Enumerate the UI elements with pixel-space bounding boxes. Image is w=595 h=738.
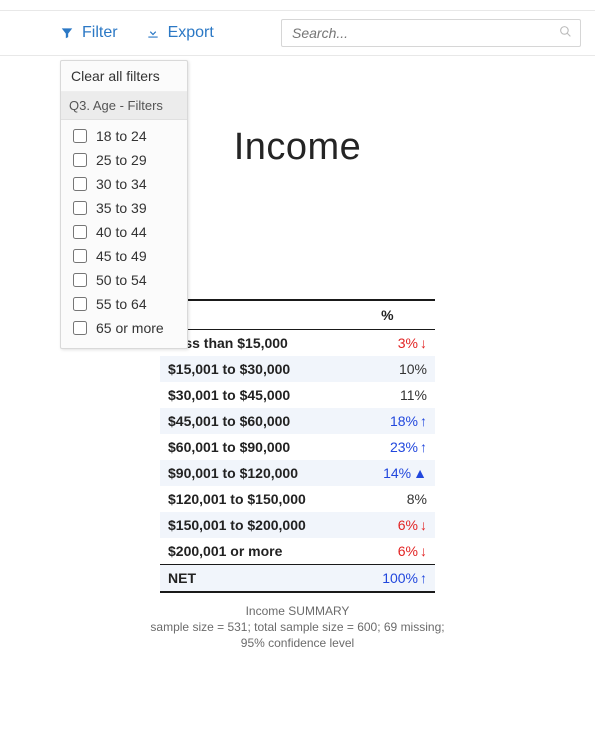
caption-line-1: Income SUMMARY xyxy=(138,603,458,619)
filter-checkbox[interactable] xyxy=(73,129,87,143)
filter-option[interactable]: 55 to 64 xyxy=(67,292,181,316)
clear-filters-button[interactable]: Clear all filters xyxy=(61,61,187,92)
filter-option[interactable]: 35 to 39 xyxy=(67,196,181,220)
filter-checkbox[interactable] xyxy=(73,201,87,215)
search-icon xyxy=(559,25,572,41)
row-value: 11% xyxy=(340,382,435,408)
filter-dropdown: Clear all filters Q3. Age - Filters 18 t… xyxy=(60,60,188,349)
row-value: 14%▲ xyxy=(340,460,435,486)
row-label: $15,001 to $30,000 xyxy=(160,356,340,382)
row-label: $120,001 to $150,000 xyxy=(160,486,340,512)
row-value: 6%↓ xyxy=(340,538,435,565)
filter-option-label: 25 to 29 xyxy=(96,152,147,168)
net-value: 100%↑ xyxy=(340,565,435,593)
filter-option[interactable]: 18 to 24 xyxy=(67,124,181,148)
arrow-down-icon: ↓ xyxy=(420,543,427,559)
arrow-up-icon: ↑ xyxy=(420,439,427,455)
table-row: $120,001 to $150,0008% xyxy=(160,486,435,512)
filter-checkbox[interactable] xyxy=(73,297,87,311)
arrow-up-icon: ↑ xyxy=(420,413,427,429)
caption-line-2: sample size = 531; total sample size = 6… xyxy=(138,619,458,651)
row-label: $60,001 to $90,000 xyxy=(160,434,340,460)
row-label: $45,001 to $60,000 xyxy=(160,408,340,434)
income-table: % Less than $15,0003%↓$15,001 to $30,000… xyxy=(160,299,435,593)
search-input[interactable] xyxy=(290,24,559,42)
row-label: $200,001 or more xyxy=(160,538,340,565)
download-icon xyxy=(146,26,160,40)
table-row: $30,001 to $45,00011% xyxy=(160,382,435,408)
export-label: Export xyxy=(168,24,214,42)
row-label: $30,001 to $45,000 xyxy=(160,382,340,408)
table-row: $15,001 to $30,00010% xyxy=(160,356,435,382)
row-value: 18%↑ xyxy=(340,408,435,434)
triangle-up-icon: ▲ xyxy=(413,465,427,481)
filter-option[interactable]: 45 to 49 xyxy=(67,244,181,268)
filter-option-label: 18 to 24 xyxy=(96,128,147,144)
row-value: 23%↑ xyxy=(340,434,435,460)
filter-option[interactable]: 30 to 34 xyxy=(67,172,181,196)
filter-label: Filter xyxy=(82,24,118,42)
row-value: 10% xyxy=(340,356,435,382)
filter-option[interactable]: 40 to 44 xyxy=(67,220,181,244)
col-header-percent: % xyxy=(340,300,435,330)
filter-group-label: Q3. Age - Filters xyxy=(61,92,187,120)
filter-option[interactable]: 65 or more xyxy=(67,316,181,340)
net-row: NET100%↑ xyxy=(160,565,435,593)
filter-option[interactable]: 25 to 29 xyxy=(67,148,181,172)
filter-option[interactable]: 50 to 54 xyxy=(67,268,181,292)
filter-checkbox[interactable] xyxy=(73,273,87,287)
table-row: $90,001 to $120,00014%▲ xyxy=(160,460,435,486)
filter-checkbox[interactable] xyxy=(73,153,87,167)
filter-checkbox[interactable] xyxy=(73,249,87,263)
row-value: 6%↓ xyxy=(340,512,435,538)
export-button[interactable]: Export xyxy=(146,24,214,42)
table-row: $45,001 to $60,00018%↑ xyxy=(160,408,435,434)
filter-option-label: 50 to 54 xyxy=(96,272,147,288)
table-caption: Income SUMMARY sample size = 531; total … xyxy=(138,603,458,652)
net-label: NET xyxy=(160,565,340,593)
filter-option-label: 40 to 44 xyxy=(96,224,147,240)
filter-option-label: 35 to 39 xyxy=(96,200,147,216)
row-label: $150,001 to $200,000 xyxy=(160,512,340,538)
row-label: $90,001 to $120,000 xyxy=(160,460,340,486)
table-row: $150,001 to $200,0006%↓ xyxy=(160,512,435,538)
filter-icon xyxy=(60,26,74,40)
filter-option-label: 45 to 49 xyxy=(96,248,147,264)
filter-option-label: 55 to 64 xyxy=(96,296,147,312)
search-box[interactable] xyxy=(281,19,581,47)
toolbar: Filter Export xyxy=(0,10,595,56)
filter-option-label: 30 to 34 xyxy=(96,176,147,192)
filter-option-label: 65 or more xyxy=(96,320,164,336)
filter-checkbox[interactable] xyxy=(73,321,87,335)
table-row: $200,001 or more6%↓ xyxy=(160,538,435,565)
filter-checkbox[interactable] xyxy=(73,177,87,191)
filter-options-list: 18 to 24 25 to 29 30 to 34 35 to 39 40 to 44… xyxy=(61,120,187,348)
table-row: Less than $15,0003%↓ xyxy=(160,330,435,357)
filter-button[interactable]: Filter xyxy=(60,24,118,42)
table-row: $60,001 to $90,00023%↑ xyxy=(160,434,435,460)
row-value: 8% xyxy=(340,486,435,512)
row-value: 3%↓ xyxy=(340,330,435,357)
arrow-down-icon: ↓ xyxy=(420,517,427,533)
filter-checkbox[interactable] xyxy=(73,225,87,239)
arrow-up-icon: ↑ xyxy=(420,570,427,586)
arrow-down-icon: ↓ xyxy=(420,335,427,351)
